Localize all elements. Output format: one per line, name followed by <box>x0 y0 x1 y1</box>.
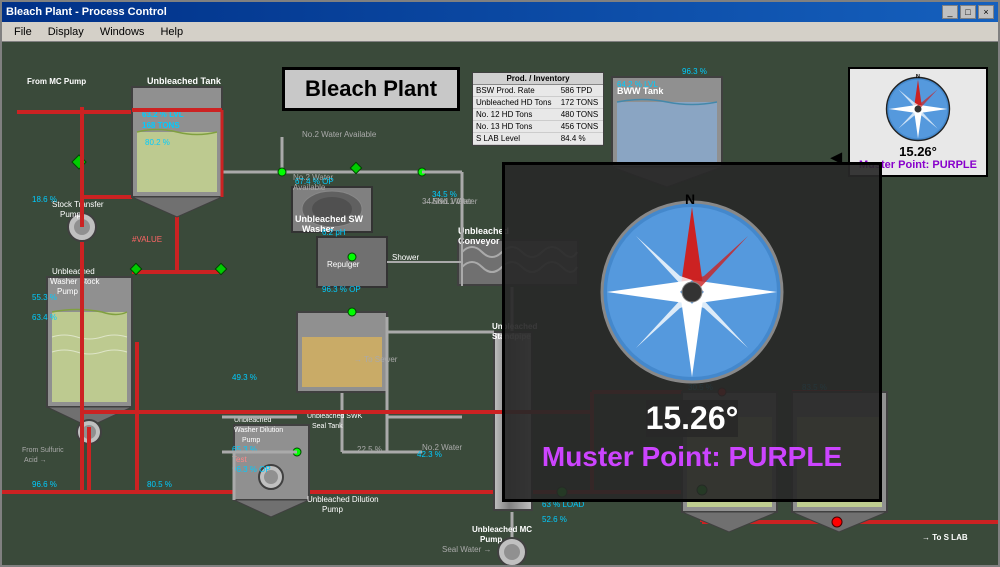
svg-text:80.2 %: 80.2 % <box>145 138 170 147</box>
title-bar: Bleach Plant - Process Control _ □ × <box>2 2 998 22</box>
svg-text:55.3 %: 55.3 % <box>32 293 57 302</box>
compass-small: N 15.26° Muster Point: PURPLE <box>848 67 988 177</box>
svg-text:→ To S LAB: → To S LAB <box>922 533 968 542</box>
menu-bar: File Display Windows Help <box>2 22 998 42</box>
menu-display[interactable]: Display <box>40 24 92 40</box>
prod-row-1-label: BSW Prod. Rate <box>473 85 558 97</box>
menu-help[interactable]: Help <box>152 24 191 40</box>
svg-text:N: N <box>916 74 920 80</box>
svg-text:→ To Sewer: → To Sewer <box>354 355 398 364</box>
compass-degree-small: 15.26° <box>899 144 937 159</box>
svg-text:80.5 %: 80.5 % <box>147 480 172 489</box>
table-row: S LAB Level 84.4 % <box>473 133 603 145</box>
svg-text:6.2 pH: 6.2 pH <box>322 228 346 237</box>
svg-text:Shower: Shower <box>392 253 419 262</box>
svg-text:Pump: Pump <box>322 505 343 514</box>
svg-text:96.6 %: 96.6 % <box>32 480 57 489</box>
svg-text:Washer Dilution: Washer Dilution <box>234 427 283 434</box>
prod-row-2-value: 172 TONS <box>558 97 603 109</box>
muster-point-large: Muster Point: PURPLE <box>542 441 842 473</box>
muster-value-small: PURPLE <box>932 159 977 171</box>
prod-table-header: Prod. / Inventory <box>473 73 603 85</box>
svg-text:Pump: Pump <box>57 287 78 296</box>
svg-text:Unbleached Tank: Unbleached Tank <box>147 76 222 86</box>
menu-file[interactable]: File <box>6 24 40 40</box>
svg-text:Seal Water →: Seal Water → <box>442 545 492 554</box>
svg-text:Washer Stock: Washer Stock <box>50 277 100 286</box>
close-button[interactable]: × <box>978 5 994 19</box>
prod-row-4-value: 456 TONS <box>558 121 603 133</box>
table-row: No. 13 HD Tons 456 TONS <box>473 121 603 133</box>
svg-text:From MC Pump: From MC Pump <box>27 77 86 86</box>
svg-text:Unbleached: Unbleached <box>52 267 95 276</box>
svg-text:No.2 Water Available: No.2 Water Available <box>302 130 377 139</box>
svg-text:63.4 %: 63.4 % <box>32 313 57 322</box>
window-title: Bleach Plant - Process Control <box>6 6 167 18</box>
prod-row-5-label: S LAB Level <box>473 133 558 145</box>
svg-text:Unbleached SW: Unbleached SW <box>295 214 364 224</box>
maximize-button[interactable]: □ <box>960 5 976 19</box>
prod-row-2-label: Unbleached HD Tons <box>473 97 558 109</box>
prod-row-4-label: No. 13 HD Tons <box>473 121 558 133</box>
svg-text:From Sulfuric: From Sulfuric <box>22 447 64 454</box>
svg-text:Seal Tank: Seal Tank <box>312 423 343 430</box>
prod-row-5-value: 84.4 % <box>558 133 603 145</box>
minimize-button[interactable]: _ <box>942 5 958 19</box>
compass-rose-large: N <box>592 192 792 392</box>
svg-text:168 TONS: 168 TONS <box>142 121 180 130</box>
prod-row-1-value: 586 TPD <box>558 85 603 97</box>
svg-text:96.3 % OP: 96.3 % OP <box>322 285 361 294</box>
svg-text:64.2 % LVL: 64.2 % LVL <box>617 80 658 89</box>
svg-text:Repulger: Repulger <box>327 260 360 269</box>
process-diagram: 63.2 % LVL 168 TONS BWW Tank 64.2 % LVL … <box>2 42 998 565</box>
svg-text:Acid →: Acid → <box>24 457 47 464</box>
table-row: No. 12 HD Tons 480 TONS <box>473 109 603 121</box>
svg-text:No.2 Water: No.2 Water <box>422 443 462 452</box>
table-row: BSW Prod. Rate 586 TPD <box>473 85 603 97</box>
compass-large: N 15.26° Muster Point: PURPLE <box>502 162 882 502</box>
page-title: Bleach Plant <box>282 67 460 111</box>
menu-windows[interactable]: Windows <box>92 24 153 40</box>
svg-text:Conveyor: Conveyor <box>458 236 500 246</box>
prod-row-3-value: 480 TONS <box>558 109 603 121</box>
compass-rose-small: N <box>883 74 953 144</box>
svg-text:18.6 %: 18.6 % <box>32 195 57 204</box>
svg-text:Unbleached MC: Unbleached MC <box>472 525 532 534</box>
production-table: Prod. / Inventory BSW Prod. Rate 586 TPD… <box>472 72 604 146</box>
svg-text:49.3 %: 49.3 % <box>232 373 257 382</box>
table-row: Unbleached HD Tons 172 TONS <box>473 97 603 109</box>
svg-text:Unbleached Dilution: Unbleached Dilution <box>307 495 379 504</box>
svg-text:Pump: Pump <box>60 210 81 219</box>
muster-label-large: Muster Point: <box>542 441 721 472</box>
window-frame: Bleach Plant - Process Control _ □ × Fil… <box>0 0 1000 567</box>
svg-text:96.3 %: 96.3 % <box>682 67 707 76</box>
svg-text:Stock Transfer: Stock Transfer <box>52 200 104 209</box>
svg-text:67.4 % OP: 67.4 % OP <box>295 177 334 186</box>
svg-text:Pump: Pump <box>480 535 502 544</box>
svg-text:22.5 %: 22.5 % <box>357 445 382 454</box>
svg-text:96.3 % OP: 96.3 % OP <box>232 465 271 474</box>
prod-row-3-label: No. 12 HD Tons <box>473 109 558 121</box>
compass-degree-large: 15.26° <box>646 400 739 437</box>
svg-text:Unbleached SWK: Unbleached SWK <box>307 413 363 420</box>
muster-value-large: PURPLE <box>729 441 843 472</box>
svg-text:Pump: Pump <box>242 437 260 444</box>
svg-text:52.6 %: 52.6 % <box>542 515 567 524</box>
svg-text:#VALUE: #VALUE <box>132 235 162 244</box>
svg-text:N: N <box>685 192 695 207</box>
svg-text:34.5 %: 34.5 % <box>432 190 457 199</box>
window-controls[interactable]: _ □ × <box>942 5 994 19</box>
